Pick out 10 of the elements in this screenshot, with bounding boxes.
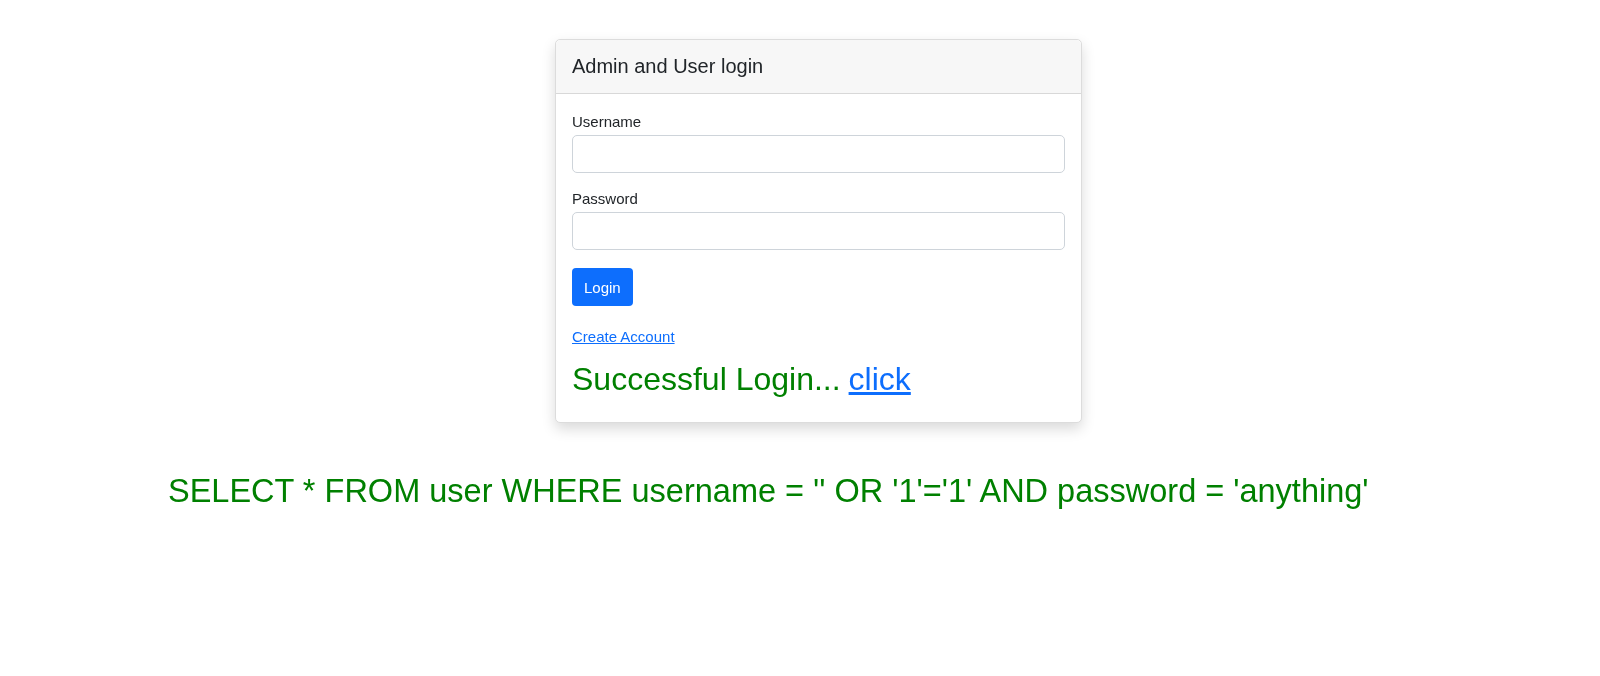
- field-label: Password: [572, 190, 638, 207]
- input-field[interactable]: [572, 135, 1065, 173]
- success-message: Successful Login...: [572, 361, 841, 398]
- login-button[interactable]: Login: [572, 268, 633, 306]
- create-account-link[interactable]: Create Account: [572, 328, 675, 345]
- click-link[interactable]: click: [848, 361, 911, 398]
- card-title: Admin and User login: [572, 55, 764, 78]
- sql-query-text: SELECT * FROM user WHERE username = '' OR '1'='1' AND password = 'anything': [168, 473, 1370, 510]
- field-label: Username: [572, 113, 642, 130]
- input-field[interactable]: [572, 212, 1065, 250]
